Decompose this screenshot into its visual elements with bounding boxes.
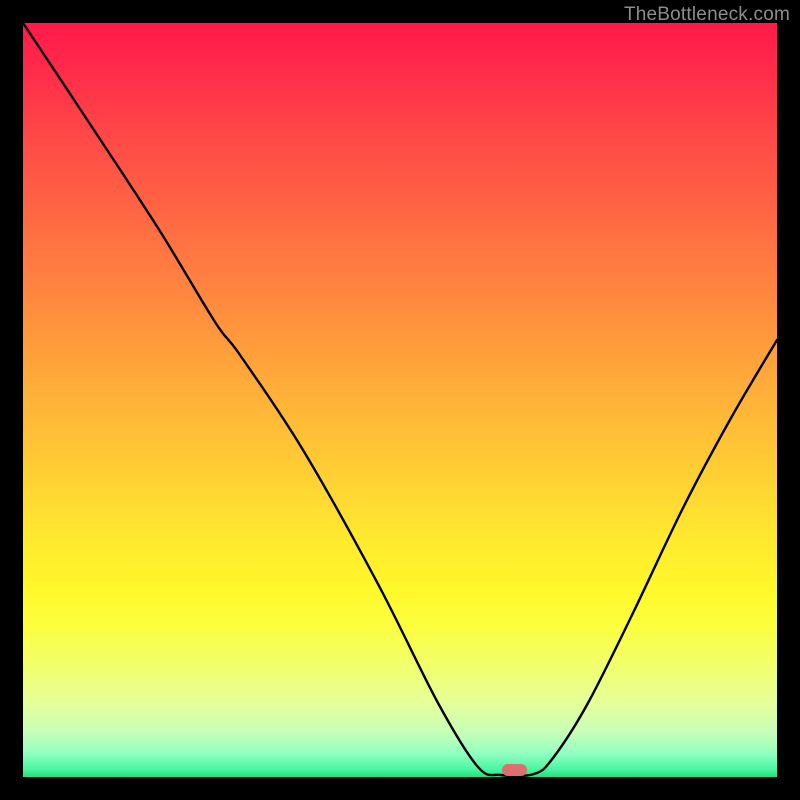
bottleneck-curve: [23, 23, 777, 777]
watermark-text: TheBottleneck.com: [624, 4, 790, 26]
optimal-point-marker: [502, 764, 527, 776]
chart-container: TheBottleneck.com: [0, 0, 800, 800]
curve-path: [23, 23, 777, 776]
plot-area: [23, 23, 777, 777]
